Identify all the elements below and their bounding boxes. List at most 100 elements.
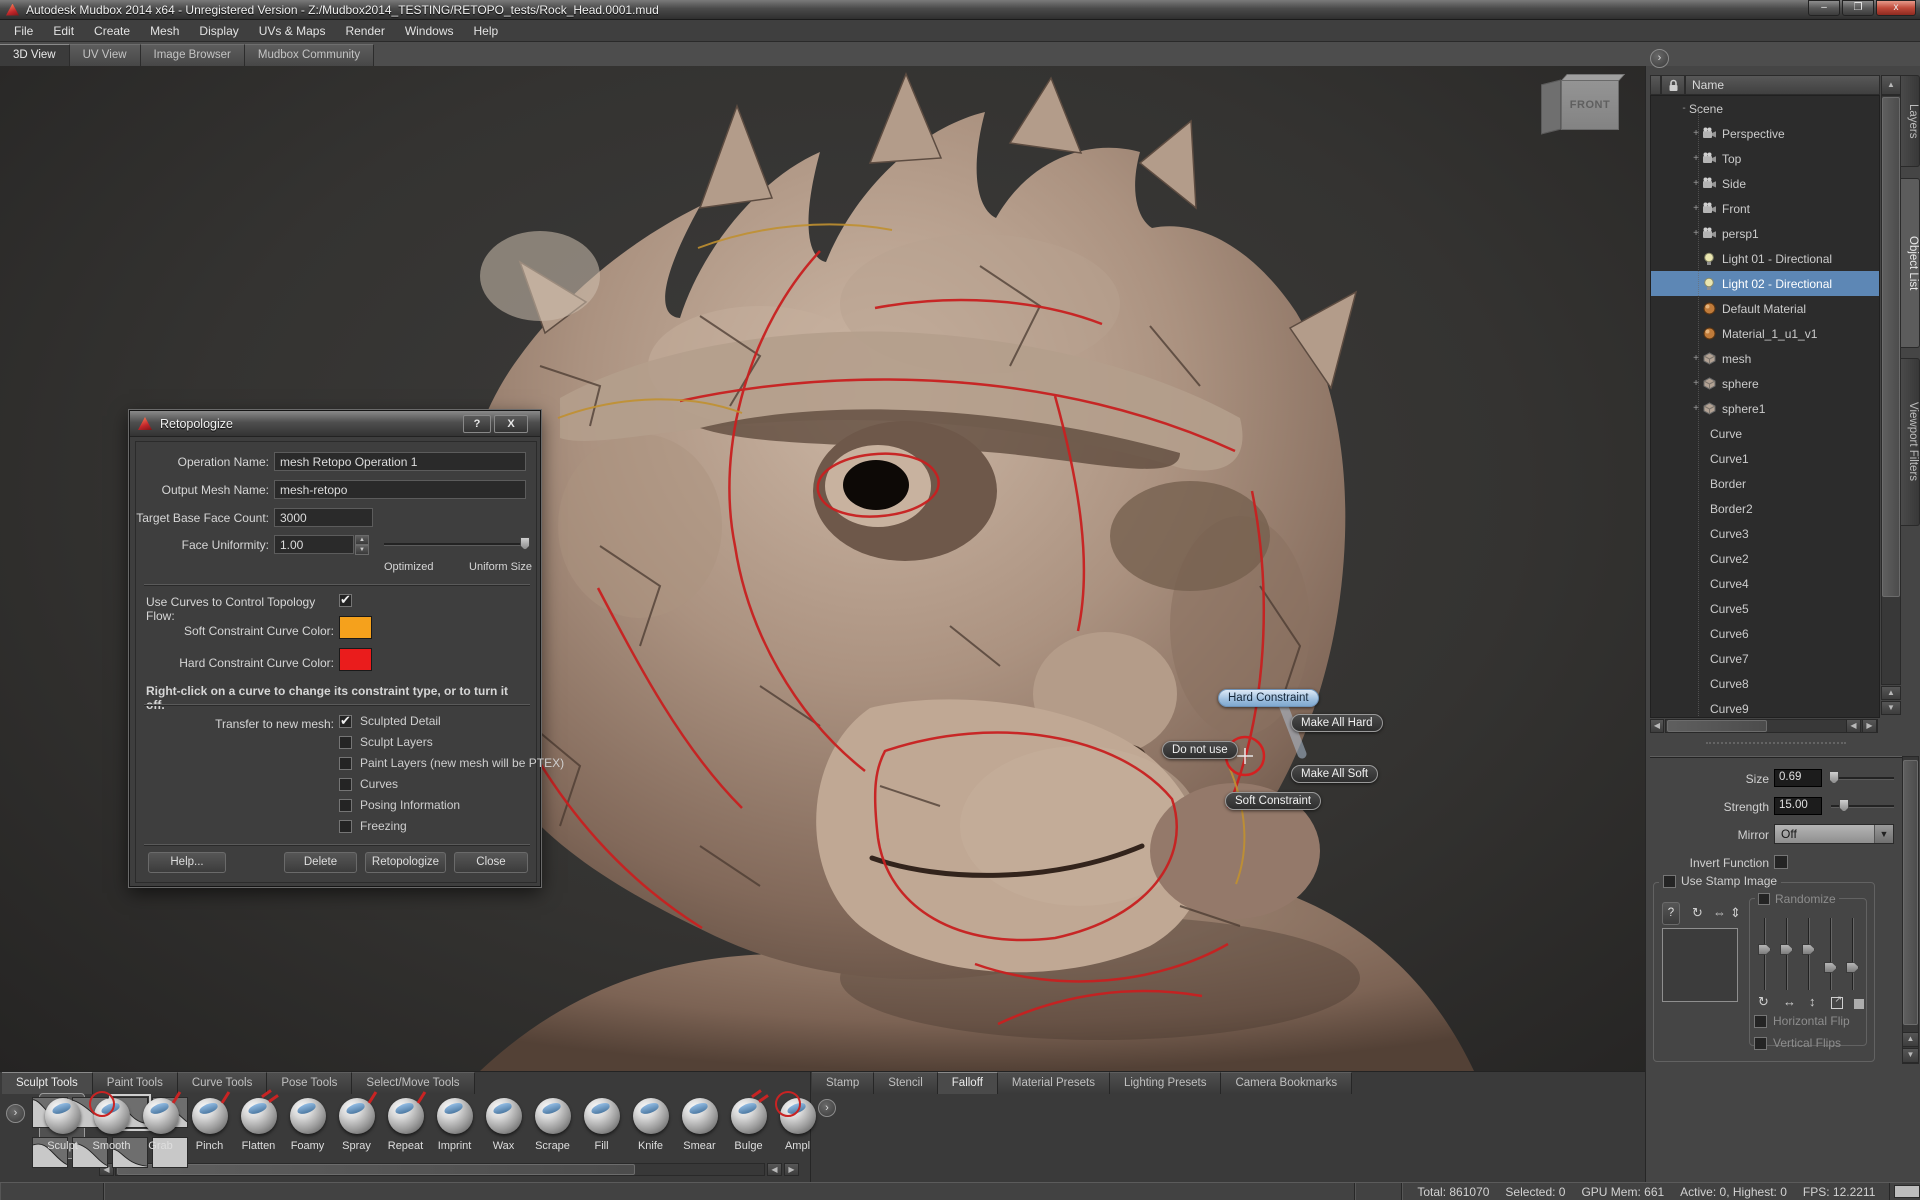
tree-item-border[interactable]: Border: [1651, 471, 1879, 496]
tool-flatten[interactable]: Flatten: [234, 1094, 283, 1160]
randomize-slider-handle[interactable]: [1758, 944, 1771, 955]
output-mesh-name-input[interactable]: [274, 480, 526, 499]
tree-scroll-right-icon[interactable]: ▶: [1862, 719, 1877, 733]
size-value[interactable]: 0.69: [1774, 769, 1822, 787]
randomize-slider-handle[interactable]: [1780, 944, 1793, 955]
tool-repeat[interactable]: Repeat: [381, 1094, 430, 1160]
properties-scroll-up-icon[interactable]: ▲: [1902, 1032, 1919, 1047]
menu-item-file[interactable]: File: [4, 21, 43, 41]
horizontal-flip-checkbox[interactable]: [1754, 1015, 1767, 1028]
tool-foamy[interactable]: Foamy: [283, 1094, 332, 1160]
stamp-help-icon[interactable]: ?: [1662, 902, 1680, 925]
tab-uv-view[interactable]: UV View: [70, 44, 141, 66]
marking-menu-item-make-all-soft[interactable]: Make All Soft: [1291, 765, 1378, 783]
face-uniformity-spinner[interactable]: ▲▼: [355, 535, 369, 554]
mirror-dropdown[interactable]: Off ▼: [1774, 824, 1894, 844]
retopologize-button[interactable]: Retopologize: [365, 852, 446, 873]
retopologize-dialog[interactable]: Retopologize ? X Operation Name: Output …: [129, 410, 541, 887]
tool-scrape[interactable]: Scrape: [528, 1094, 577, 1160]
tool-smear[interactable]: Smear: [675, 1094, 724, 1160]
tree-item-curve4[interactable]: Curve4: [1651, 571, 1879, 596]
tree-item-material-1-u1-v1[interactable]: Material_1_u1_v1: [1651, 321, 1879, 346]
tree-item-side[interactable]: +Side: [1651, 171, 1879, 196]
marking-menu-item-make-all-hard[interactable]: Make All Hard: [1291, 714, 1383, 732]
stamp-rotate-icon[interactable]: ↻: [1692, 905, 1703, 921]
tools-scroll-right-icon[interactable]: ▶: [784, 1163, 799, 1176]
tree-item-persp1[interactable]: +persp1: [1651, 221, 1879, 246]
title-bar[interactable]: Autodesk Mudbox 2014 x64 - Unregistered …: [0, 0, 1920, 20]
tree-item-sphere[interactable]: +sphere: [1651, 371, 1879, 396]
menu-item-display[interactable]: Display: [189, 21, 248, 41]
face-uniformity-slider-handle[interactable]: [520, 537, 530, 550]
tree-item-curve7[interactable]: Curve7: [1651, 646, 1879, 671]
randomize-vrange-icon[interactable]: ↕: [1809, 994, 1816, 1009]
minimize-button[interactable]: –: [1808, 0, 1840, 16]
panel-collapse-icon[interactable]: ›: [1650, 49, 1669, 68]
size-slider-handle[interactable]: [1829, 771, 1839, 784]
tool-pinch[interactable]: Pinch: [185, 1094, 234, 1160]
hard-constraint-color-swatch[interactable]: [339, 648, 372, 671]
tab-3d-view[interactable]: 3D View: [0, 44, 70, 66]
tree-item-curve9[interactable]: Curve9: [1651, 696, 1879, 718]
tree-expander-icon[interactable]: +: [1691, 128, 1701, 139]
tree-expander-icon[interactable]: +: [1691, 153, 1701, 164]
tree-item-front[interactable]: +Front: [1651, 196, 1879, 221]
use-stamp-image-checkbox[interactable]: [1663, 875, 1676, 888]
close-dialog-button[interactable]: Close: [454, 852, 528, 873]
tree-expander-icon[interactable]: -: [1679, 103, 1689, 114]
vertical-flips-checkbox[interactable]: [1754, 1037, 1767, 1050]
properties-scroll-down-icon[interactable]: ▼: [1902, 1048, 1919, 1063]
menu-item-help[interactable]: Help: [464, 21, 509, 41]
tree-scroll-left2-icon[interactable]: ◀: [1846, 719, 1861, 733]
randomize-slider-2[interactable]: [1780, 918, 1794, 990]
randomize-checkbox[interactable]: [1758, 893, 1770, 905]
randomize-slider-5[interactable]: [1846, 918, 1860, 990]
use-curves-checkbox[interactable]: [339, 594, 352, 607]
tools-scroll-left2-icon[interactable]: ◀: [767, 1163, 782, 1176]
name-column-header[interactable]: Name: [1685, 75, 1880, 95]
tab-material-presets[interactable]: Material Presets: [998, 1072, 1110, 1094]
tool-tray-expand-icon[interactable]: ›: [6, 1104, 25, 1123]
tree-item-scene[interactable]: -Scene: [1651, 96, 1879, 121]
delete-button[interactable]: Delete: [284, 852, 357, 873]
tree-item-curve8[interactable]: Curve8: [1651, 671, 1879, 696]
side-tab-viewport-filters[interactable]: Viewport Filters: [1900, 358, 1920, 526]
randomize-slider-3[interactable]: [1802, 918, 1816, 990]
tab-stamp[interactable]: Stamp: [812, 1072, 874, 1094]
tools-scrollbar-thumb[interactable]: [117, 1164, 635, 1175]
lock-icon[interactable]: [1661, 75, 1685, 95]
randomize-slider-1[interactable]: [1758, 918, 1772, 990]
strength-value[interactable]: 15.00: [1774, 797, 1822, 815]
tab-lighting-presets[interactable]: Lighting Presets: [1110, 1072, 1221, 1094]
tree-expander-icon[interactable]: +: [1691, 403, 1701, 414]
checkbox-paint-layers-new-mesh-will-be-ptex[interactable]: [339, 757, 352, 770]
randomize-slider-handle[interactable]: [1824, 962, 1837, 973]
tool-knife[interactable]: Knife: [626, 1094, 675, 1160]
tree-scroll-up-icon[interactable]: ▲: [1881, 75, 1901, 95]
tree-item-perspective[interactable]: +Perspective: [1651, 121, 1879, 146]
menu-item-create[interactable]: Create: [84, 21, 140, 41]
panel-splitter-handle[interactable]: [1706, 742, 1846, 744]
tab-stencil[interactable]: Stencil: [874, 1072, 938, 1094]
tree-item-border2[interactable]: Border2: [1651, 496, 1879, 521]
menu-item-windows[interactable]: Windows: [395, 21, 464, 41]
face-uniformity-slider[interactable]: [384, 543, 529, 546]
operation-name-input[interactable]: [274, 452, 526, 471]
tab-camera-bookmarks[interactable]: Camera Bookmarks: [1221, 1072, 1352, 1094]
close-button[interactable]: x: [1876, 0, 1916, 16]
tab-mudbox-community[interactable]: Mudbox Community: [245, 44, 374, 66]
view-cube-front-face[interactable]: FRONT: [1561, 80, 1619, 130]
preset-tray-expand-icon[interactable]: ›: [818, 1099, 836, 1117]
checkbox-posing-information[interactable]: [339, 799, 352, 812]
tree-expand-all-button[interactable]: [1650, 75, 1661, 95]
stamp-hflip-icon[interactable]: ⇔: [1713, 905, 1726, 920]
tree-item-top[interactable]: +Top: [1651, 146, 1879, 171]
target-face-count-input[interactable]: [274, 508, 373, 527]
tree-vertical-scrollbar-thumb[interactable]: [1882, 97, 1900, 597]
tree-item-light-02-directional[interactable]: Light 02 - Directional: [1651, 271, 1879, 296]
randomize-hrange-icon[interactable]: ↔: [1783, 994, 1796, 1009]
chevron-down-icon[interactable]: ▼: [1874, 825, 1893, 843]
tree-scroll-down-icon[interactable]: ▼: [1881, 701, 1901, 715]
stamp-preview-box[interactable]: [1662, 928, 1738, 1002]
checkbox-curves[interactable]: [339, 778, 352, 791]
